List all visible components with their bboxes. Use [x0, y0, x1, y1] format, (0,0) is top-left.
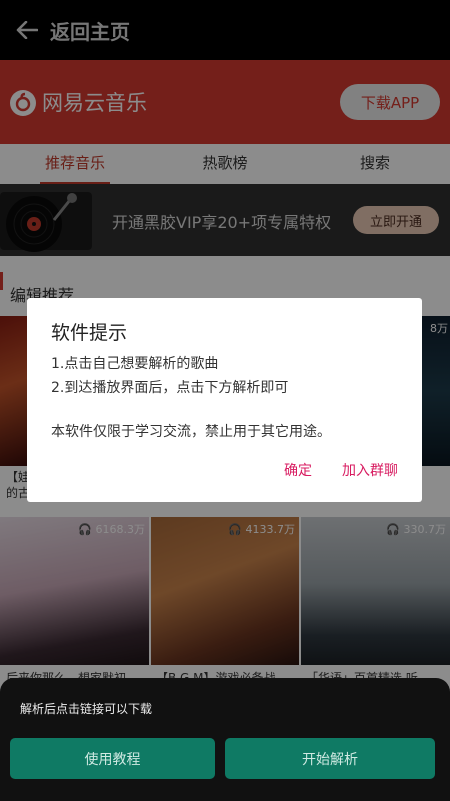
- download-hint: 解析后点击链接可以下载: [20, 702, 153, 716]
- confirm-button[interactable]: 确定: [284, 460, 312, 480]
- tutorial-button[interactable]: 使用教程: [10, 738, 215, 779]
- software-notice-dialog: 软件提示 1.点击自己想要解析的歌曲 2.到达播放界面后，点击下方解析即可 本软…: [27, 298, 422, 502]
- parse-bottom-sheet: 解析后点击链接可以下载 使用教程 开始解析: [0, 678, 450, 801]
- dialog-instruction-1: 1.点击自己想要解析的歌曲: [51, 356, 219, 372]
- dialog-disclaimer: 本软件仅限于学习交流，禁止用于其它用途。: [51, 424, 331, 440]
- join-group-button[interactable]: 加入群聊: [342, 460, 398, 480]
- dialog-instruction-2: 2.到达播放界面后，点击下方解析即可: [51, 380, 289, 396]
- dialog-title: 软件提示: [51, 322, 128, 344]
- start-parse-button[interactable]: 开始解析: [225, 738, 435, 779]
